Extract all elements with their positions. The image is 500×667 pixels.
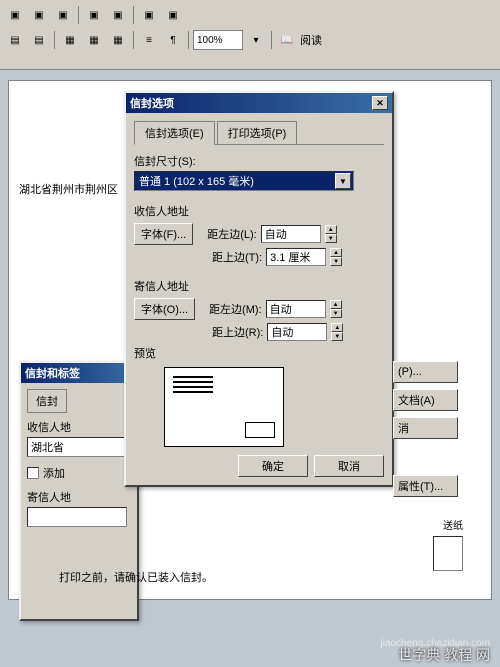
spin-up-icon[interactable]: ▲ xyxy=(330,300,342,309)
spin-up-icon[interactable]: ▲ xyxy=(331,323,343,332)
spin-up-icon[interactable]: ▲ xyxy=(330,248,342,257)
close-icon[interactable]: ✕ xyxy=(372,96,388,110)
toolbar-button[interactable]: ▣ xyxy=(52,4,74,26)
toolbar-button[interactable]: ▦ xyxy=(59,29,81,51)
toolbar-button[interactable]: ▦ xyxy=(107,29,129,51)
recipient-label: 收信人地 xyxy=(27,419,131,435)
sender-input[interactable] xyxy=(27,507,127,527)
status-text: 打印之前，请确认已装入信封。 xyxy=(59,569,213,585)
feed-icon[interactable] xyxy=(433,536,463,571)
dialog-titlebar[interactable]: 信封选项 ✕ xyxy=(126,93,392,113)
table-icon[interactable]: ▦ xyxy=(83,29,105,51)
margin-left2-label: 距左边(M): xyxy=(209,301,262,317)
toolbar-button[interactable]: ≡ xyxy=(138,29,160,51)
tab-envelope[interactable]: 信封 xyxy=(27,389,67,413)
margin-left-label: 距左边(L): xyxy=(207,226,257,242)
book-icon[interactable]: 📖 xyxy=(276,29,298,51)
font-button-2[interactable]: 字体(O)... xyxy=(134,298,195,320)
zoom-dropdown[interactable]: 100% xyxy=(193,30,243,50)
toolbar-button[interactable]: ▣ xyxy=(4,4,26,26)
read-label: 阅读 xyxy=(300,32,322,48)
toolbar-button[interactable]: ▣ xyxy=(162,4,184,26)
side-button[interactable]: (P)... xyxy=(393,361,458,383)
toolbar-button[interactable]: ▣ xyxy=(138,4,160,26)
sender-label: 寄信人地 xyxy=(27,489,131,505)
ok-button[interactable]: 确定 xyxy=(238,455,308,477)
preview-label: 预览 xyxy=(134,345,384,361)
size-label: 信封尺寸(S): xyxy=(134,153,384,169)
feed-label: 送纸 xyxy=(393,517,463,532)
toolbar-area: ▣ ▣ ▣ ▣ ▣ ▣ ▣ ▤ ▤ ▦ ▦ ▦ ≡ ¶ 100% ▾ 📖 阅读 xyxy=(0,0,500,70)
spin-down-icon[interactable]: ▼ xyxy=(331,332,343,341)
envelope-options-dialog: 信封选项 ✕ 信封选项(E) 打印选项(P) 信封尺寸(S): 普通 1 (10… xyxy=(124,91,394,487)
add-to-doc-button[interactable]: 文档(A) xyxy=(393,389,458,411)
toolbar-button[interactable]: ▣ xyxy=(83,4,105,26)
side-cancel-button[interactable]: 消 xyxy=(393,417,458,439)
toolbar-button[interactable]: ¶ xyxy=(162,29,184,51)
chevron-down-icon[interactable]: ▼ xyxy=(335,173,351,189)
add-checkbox[interactable] xyxy=(27,467,39,479)
dialog-title: 信封选项 xyxy=(130,95,174,111)
document-area: 湖北省荆州市荆州区 信封和标签 信封 收信人地 湖北省 添加 寄信人地 信封选项… xyxy=(8,80,492,600)
recipient-input[interactable]: 湖北省 xyxy=(27,437,127,457)
font-button[interactable]: 字体(F)... xyxy=(134,223,193,245)
document-text: 湖北省荆州市荆州区 xyxy=(19,181,118,197)
envelope-size-dropdown[interactable]: 普通 1 (102 x 165 毫米) ▼ xyxy=(134,171,354,191)
toolbar-button[interactable]: ▤ xyxy=(4,29,26,51)
size-value: 普通 1 (102 x 165 毫米) xyxy=(139,173,254,189)
sender-section-label: 寄信人地址 xyxy=(134,278,384,294)
watermark-text: 世字典 教程 网 xyxy=(398,645,490,665)
envelope-preview xyxy=(164,367,284,447)
spin-down-icon[interactable]: ▼ xyxy=(325,234,337,243)
toolbar-button[interactable]: ▣ xyxy=(107,4,129,26)
dropdown-arrow-icon[interactable]: ▾ xyxy=(245,29,267,51)
margin-top2-label: 距上边(R): xyxy=(212,324,263,340)
margin-top-input[interactable]: 3.1 厘米 xyxy=(266,248,326,266)
cancel-button[interactable]: 取消 xyxy=(314,455,384,477)
margin-top2-input[interactable]: 自动 xyxy=(267,323,327,341)
dialog-title: 信封和标签 xyxy=(25,365,80,381)
toolbar-button[interactable]: ▣ xyxy=(28,4,50,26)
spin-up-icon[interactable]: ▲ xyxy=(325,225,337,234)
right-button-panel: (P)... 文档(A) 消 属性(T)... 送纸 xyxy=(393,361,463,571)
add-label: 添加 xyxy=(43,465,65,481)
margin-top-label: 距上边(T): xyxy=(212,249,262,265)
dialog-titlebar[interactable]: 信封和标签 xyxy=(21,363,137,383)
spin-down-icon[interactable]: ▼ xyxy=(330,309,342,318)
margin-left2-input[interactable]: 自动 xyxy=(266,300,326,318)
properties-button[interactable]: 属性(T)... xyxy=(393,475,458,497)
margin-left-input[interactable]: 自动 xyxy=(261,225,321,243)
tab-envelope-options[interactable]: 信封选项(E) xyxy=(134,121,215,145)
spin-down-icon[interactable]: ▼ xyxy=(330,257,342,266)
recipient-section-label: 收信人地址 xyxy=(134,203,384,219)
tab-print-options[interactable]: 打印选项(P) xyxy=(217,121,298,144)
toolbar-button[interactable]: ▤ xyxy=(28,29,50,51)
